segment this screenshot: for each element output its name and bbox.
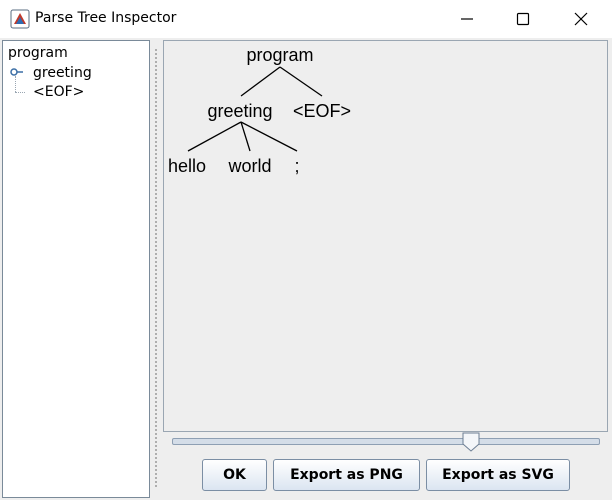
java-app-icon (10, 9, 30, 29)
tree-expand-handle-icon[interactable] (10, 67, 24, 77)
tree-node-program[interactable]: program (8, 45, 68, 61)
export-svg-button[interactable]: Export as SVG (426, 459, 570, 491)
tree-edge (279, 66, 323, 97)
ok-button[interactable]: OK (202, 459, 267, 491)
close-icon (574, 12, 588, 26)
tree-edge (240, 66, 281, 97)
maximize-button[interactable] (494, 0, 552, 38)
maximize-icon (516, 12, 530, 26)
zoom-slider-track[interactable] (172, 438, 600, 445)
tree-node-greeting[interactable]: greeting (33, 65, 92, 81)
window-title: Parse Tree Inspector (35, 10, 177, 26)
tree-node-eof: <EOF> (293, 101, 351, 121)
title-bar: Parse Tree Inspector (0, 0, 612, 38)
tree-connector (15, 76, 17, 92)
minimize-button[interactable] (438, 0, 496, 38)
close-button[interactable] (552, 0, 610, 38)
tree-node-semicolon: ; (294, 156, 299, 176)
zoom-slider-thumb-icon[interactable] (461, 432, 481, 452)
tree-connector (15, 92, 25, 94)
window-content: program greeting <EOF> program greeting … (0, 38, 612, 500)
export-png-button[interactable]: Export as PNG (273, 459, 420, 491)
tree-node-greeting: greeting (207, 101, 272, 121)
splitter-grip-icon (155, 48, 157, 488)
split-pane-divider[interactable] (151, 38, 161, 500)
minimize-icon (461, 18, 473, 20)
tree-node-eof[interactable]: <EOF> (33, 84, 84, 100)
tree-node-world: world (227, 156, 271, 176)
parse-tree-canvas: program greeting <EOF> hello world ; (163, 40, 608, 432)
tree-edge (187, 121, 242, 152)
tree-view[interactable]: program greeting <EOF> (2, 40, 150, 498)
tree-edge (240, 121, 298, 152)
tree-node-program: program (246, 45, 313, 65)
tree-node-hello: hello (168, 156, 206, 176)
